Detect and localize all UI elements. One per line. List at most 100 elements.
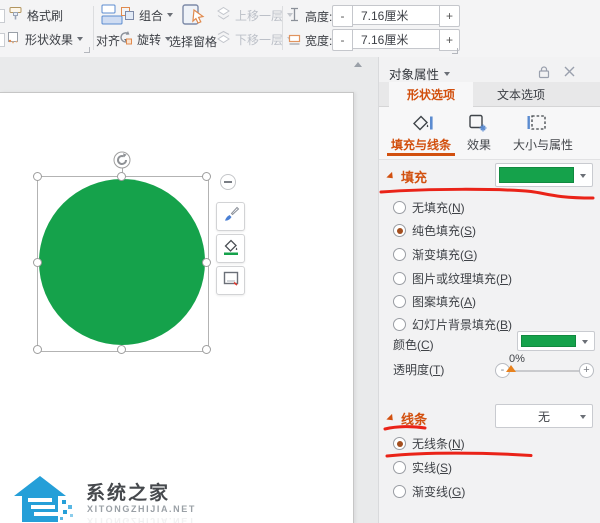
resize-handle-s[interactable] <box>117 345 126 354</box>
close-panel-button[interactable] <box>563 65 576 81</box>
collapse-quick-tools-button[interactable] <box>220 174 236 190</box>
send-backward-label: 下移一层 <box>235 32 284 47</box>
chevron-down-icon <box>580 174 586 178</box>
chevron-down-icon <box>77 37 84 41</box>
wps-presentation-window: 格式刷 形状效果 对齐 组合 旋转 选择窗格 上移一层 下移一层 高度: - 7… <box>0 0 600 523</box>
subtab-fill-line[interactable]: 填充与线条 <box>385 136 457 153</box>
radio-picture-texture-fill[interactable]: 图片或纹理填充(P) <box>393 270 512 287</box>
color-dropdown[interactable] <box>517 331 595 351</box>
quick-style-brush-button[interactable] <box>216 202 245 231</box>
clipped-toolbar-button[interactable] <box>0 9 5 23</box>
format-painter-label: 格式刷 <box>27 8 64 23</box>
transparency-label: 透明度(T) <box>393 363 445 377</box>
radio-icon <box>393 248 406 261</box>
height-stepper: - 7.16厘米 + <box>332 5 460 27</box>
send-backward-icon <box>216 30 231 48</box>
quick-outline-button[interactable] <box>216 266 245 295</box>
size-properties-icon <box>525 111 549 138</box>
watermark: 系统之家 XITONGZHIJIA.NET XITONGZHIJIA.NET <box>14 474 214 523</box>
transparency-slider-thumb[interactable] <box>506 365 516 372</box>
selection-pane-button[interactable]: 选择窗格 <box>168 2 218 50</box>
scroll-up-icon[interactable] <box>352 57 364 75</box>
panel-tab-bar: 形状选项 文本选项 <box>379 82 600 107</box>
line-style-value: 无 <box>537 409 550 424</box>
subtab-active-underline <box>387 153 455 156</box>
radio-icon <box>393 201 406 214</box>
tab-text-options[interactable]: 文本选项 <box>477 82 565 107</box>
rotate-label: 旋转 <box>137 32 162 47</box>
rotate-handle[interactable] <box>113 151 131 174</box>
radio-gradient-line[interactable]: 渐变线(G) <box>393 483 465 500</box>
radio-icon <box>393 437 406 450</box>
resize-handle-se[interactable] <box>202 345 211 354</box>
height-decrease-button[interactable]: - <box>332 5 353 27</box>
resize-handle-n[interactable] <box>117 172 126 181</box>
width-decrease-button[interactable]: - <box>332 29 353 51</box>
radio-icon <box>393 461 406 474</box>
radio-solid-fill[interactable]: 纯色填充(S) <box>393 222 476 239</box>
subtab-effects[interactable]: 效果 <box>455 136 503 153</box>
subtab-size-properties[interactable]: 大小与属性 <box>503 136 583 153</box>
bring-forward-icon <box>216 6 231 24</box>
transparency-value: 0% <box>509 353 525 365</box>
watermark-url: XITONGZHIJIA.NET <box>87 504 196 514</box>
resize-handle-w[interactable] <box>33 258 42 267</box>
radio-solid-line[interactable]: 实线(S) <box>393 459 452 476</box>
quick-fill-color-button[interactable] <box>216 234 245 263</box>
collapse-triangle-icon <box>386 171 396 182</box>
line-style-dropdown[interactable]: 无 <box>495 404 593 428</box>
bring-forward-label: 上移一层 <box>235 8 284 23</box>
align-label: 对齐 <box>96 34 121 48</box>
transparency-increase-button[interactable]: + <box>579 363 594 378</box>
resize-handle-sw[interactable] <box>33 345 42 354</box>
width-stepper: - 7.16厘米 + <box>332 29 460 51</box>
chevron-down-icon <box>444 71 451 76</box>
watermark-logo-icon <box>14 476 78 523</box>
width-input[interactable]: 7.16厘米 <box>352 29 440 49</box>
ribbon-toolbar: 格式刷 形状效果 对齐 组合 旋转 选择窗格 上移一层 下移一层 高度: - 7… <box>0 0 600 58</box>
paint-bucket-icon <box>221 236 241 261</box>
format-painter-button[interactable]: 格式刷 <box>8 6 63 24</box>
radio-pattern-fill[interactable]: 图案填充(A) <box>393 293 476 310</box>
toolbar-separator <box>93 6 94 50</box>
chevron-down-icon <box>582 340 588 344</box>
color-label: 颜色(C) <box>393 338 434 352</box>
transparency-slider-track[interactable] <box>512 370 579 372</box>
fill-and-line-icon <box>410 111 434 138</box>
radio-icon <box>393 318 406 331</box>
group-icon <box>120 6 135 24</box>
clipped-toolbar-button[interactable] <box>0 33 5 47</box>
panel-subtab-bar: 填充与线条 效果 大小与属性 <box>379 107 600 160</box>
height-increase-button[interactable]: + <box>439 5 460 27</box>
fill-color-swatch <box>499 167 574 183</box>
watermark-title: 系统之家 <box>86 483 171 504</box>
tab-shape-options[interactable]: 形状选项 <box>389 82 473 107</box>
collapse-triangle-icon <box>386 413 396 424</box>
resize-handle-nw[interactable] <box>33 172 42 181</box>
selection-bounding-box <box>37 176 209 352</box>
line-section-header[interactable]: 线条 <box>386 409 427 428</box>
radio-gradient-fill[interactable]: 渐变填充(G) <box>393 246 477 263</box>
pin-lock-button[interactable] <box>537 65 551 82</box>
dialog-launcher[interactable] <box>452 48 458 54</box>
fill-section-header[interactable]: 填充 <box>386 167 427 186</box>
shape-outline-icon <box>221 268 241 293</box>
watermark-reflection: XITONGZHIJIA.NET <box>87 516 196 523</box>
width-icon <box>288 31 301 49</box>
radio-icon <box>393 224 406 237</box>
format-painter-icon <box>8 6 23 24</box>
radio-no-fill[interactable]: 无填充(N) <box>393 199 465 216</box>
shape-effects-button[interactable]: 形状效果 <box>6 30 84 48</box>
height-input[interactable]: 7.16厘米 <box>352 5 440 25</box>
resize-handle-ne[interactable] <box>202 172 211 181</box>
radio-slide-background-fill[interactable]: 幻灯片背景填充(B) <box>393 316 512 333</box>
radio-no-line[interactable]: 无线条(N) <box>393 435 465 452</box>
fill-color-dropdown[interactable] <box>495 163 593 187</box>
rotate-icon <box>118 30 133 48</box>
panel-title-dropdown[interactable]: 对象属性 <box>389 64 451 83</box>
dialog-launcher[interactable] <box>84 47 90 53</box>
rotate-button[interactable]: 旋转 <box>118 30 172 48</box>
slide-canvas-area: 系统之家 XITONGZHIJIA.NET XITONGZHIJIA.NET <box>0 57 378 523</box>
group-button[interactable]: 组合 <box>120 6 174 24</box>
resize-handle-e[interactable] <box>202 258 211 267</box>
